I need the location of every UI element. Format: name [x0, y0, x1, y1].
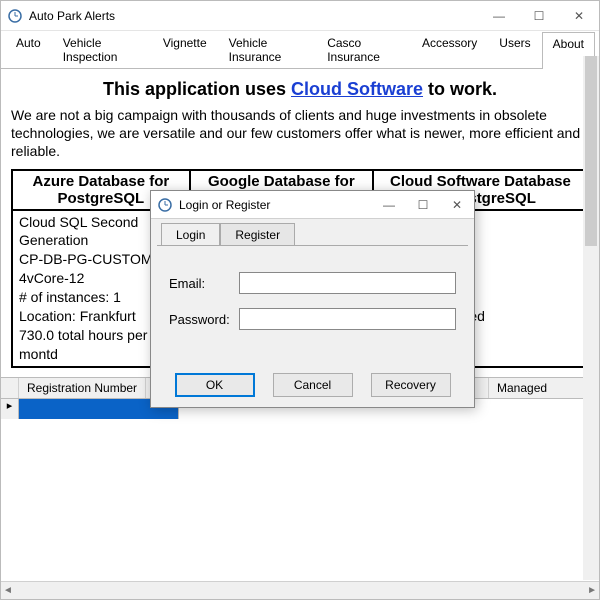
dialog-titlebar: Login or Register — ☐ ✕ [151, 191, 474, 219]
minimize-button[interactable]: — [479, 1, 519, 30]
dialog-minimize-button[interactable]: — [372, 191, 406, 218]
tab-accessory[interactable]: Accessory [411, 31, 488, 68]
grid-header-registration[interactable]: Registration Number [19, 378, 146, 398]
tab-vehicle-insurance[interactable]: Vehicle Insurance [218, 31, 317, 68]
tab-users[interactable]: Users [488, 31, 541, 68]
login-dialog: Login or Register — ☐ ✕ Login Register E… [150, 190, 475, 408]
dialog-title: Login or Register [179, 198, 372, 212]
dialog-maximize-button[interactable]: ☐ [406, 191, 440, 218]
dialog-close-button[interactable]: ✕ [440, 191, 474, 218]
dialog-tabs: Login Register [151, 219, 474, 246]
cancel-button[interactable]: Cancel [273, 373, 353, 397]
row-pointer-icon: ▸ [1, 399, 19, 419]
window-title: Auto Park Alerts [29, 9, 479, 23]
tab-auto[interactable]: Auto [5, 31, 52, 68]
tab-vignette[interactable]: Vignette [152, 31, 218, 68]
email-field[interactable] [239, 272, 456, 294]
maximize-button[interactable]: ☐ [519, 1, 559, 30]
tab-login[interactable]: Login [161, 223, 220, 246]
page-title: This application uses Cloud Software to … [11, 79, 589, 100]
tab-casco-insurance[interactable]: Casco Insurance [316, 31, 411, 68]
scroll-left-icon[interactable]: ◄ [3, 585, 13, 596]
ok-button[interactable]: OK [175, 373, 255, 397]
scroll-right-icon[interactable]: ► [587, 585, 597, 596]
close-button[interactable]: ✕ [559, 1, 599, 30]
heading-suffix: to work. [423, 79, 497, 99]
tab-register[interactable]: Register [220, 223, 295, 246]
main-tabs: Auto Vehicle Inspection Vignette Vehicle… [1, 31, 599, 69]
data-grid: Registration Number Managed ▸ [1, 377, 599, 599]
password-label: Password: [169, 312, 239, 327]
heading-prefix: This application uses [103, 79, 291, 99]
password-field[interactable] [239, 308, 456, 330]
tab-vehicle-inspection[interactable]: Vehicle Inspection [52, 31, 152, 68]
description-text: We are not a big campaign with thousands… [11, 106, 589, 161]
recovery-button[interactable]: Recovery [371, 373, 451, 397]
horizontal-scrollbar[interactable]: ◄ ► [1, 581, 599, 599]
email-label: Email: [169, 276, 239, 291]
vertical-scrollbar[interactable] [583, 56, 599, 580]
app-icon [7, 8, 23, 24]
main-titlebar: Auto Park Alerts — ☐ ✕ [1, 1, 599, 31]
cloud-software-link[interactable]: Cloud Software [291, 79, 423, 99]
dialog-icon [157, 197, 173, 213]
scroll-thumb[interactable] [585, 56, 597, 246]
